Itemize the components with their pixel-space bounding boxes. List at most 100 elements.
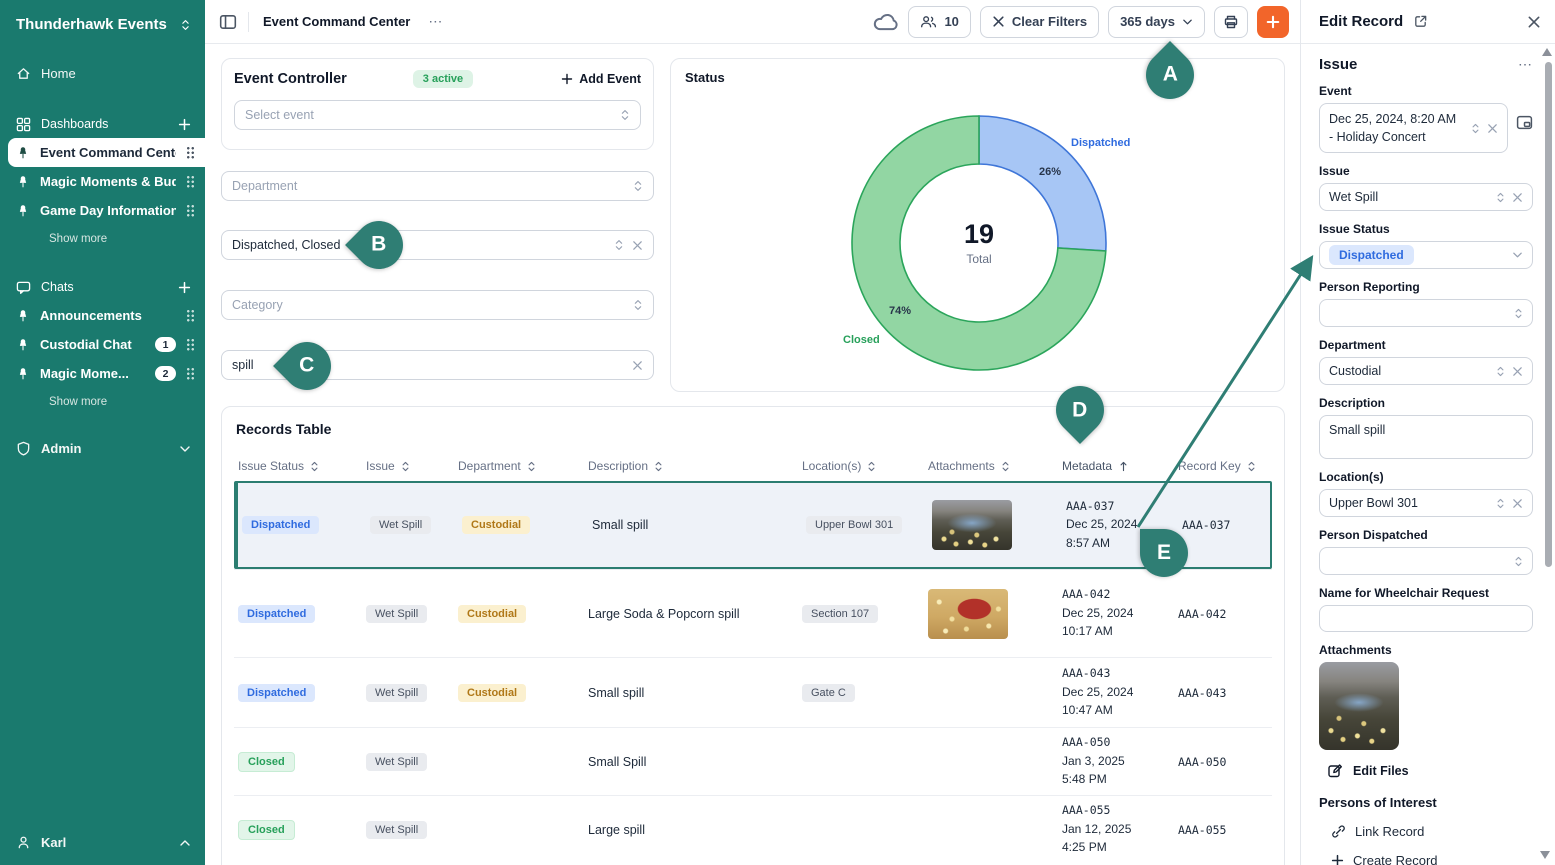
sidebar-item-custodial-chat[interactable]: Custodial Chat 1 <box>8 330 205 359</box>
column-header-locations[interactable]: Location(s) <box>798 459 924 473</box>
status-chart-card: Status 19 Total Dispatched 26% 74% Close… <box>670 58 1285 392</box>
panel-scrollbar[interactable] <box>1545 62 1552 567</box>
wheelchair-input[interactable] <box>1319 605 1533 632</box>
department-filter-placeholder: Department <box>232 179 625 193</box>
chevron-up-down-icon <box>1496 365 1505 378</box>
table-row[interactable]: Closed Wet Spill Small Spill AAA-050 Jan… <box>234 727 1272 795</box>
date-range-dropdown[interactable]: 365 days <box>1108 6 1205 38</box>
column-header-department[interactable]: Department <box>454 459 584 473</box>
table-row[interactable]: Dispatched Wet Spill Custodial Large Sod… <box>234 569 1272 657</box>
create-record-button[interactable]: Create Record <box>1331 853 1533 865</box>
record-key-cell: AAA-050 <box>1174 749 1274 775</box>
department-filter-dropdown[interactable]: Department <box>221 171 654 201</box>
home-icon <box>16 66 31 81</box>
open-record-icon[interactable] <box>1516 115 1533 130</box>
add-record-button[interactable] <box>1257 6 1289 38</box>
metadata-cell: AAA-050 Jan 3, 2025 5:48 PM <box>1058 728 1174 795</box>
sidebar-item-label: Magic Moments & Budget <box>40 174 176 189</box>
attachment-thumbnail[interactable] <box>1319 662 1399 750</box>
drag-handle-icon[interactable] <box>186 146 195 159</box>
issue-chip: Wet Spill <box>366 605 427 623</box>
clear-search-icon[interactable] <box>632 360 643 371</box>
locations-field[interactable]: Upper Bowl 301 <box>1319 489 1533 517</box>
table-row[interactable]: Closed Wet Spill Large spill AAA-055 Jan… <box>234 795 1272 863</box>
select-event-dropdown[interactable]: Select event <box>234 100 641 130</box>
scroll-down-icon[interactable] <box>1540 851 1550 859</box>
clear-filters-button[interactable]: Clear Filters <box>980 6 1099 38</box>
issue-status-dropdown[interactable]: Dispatched <box>1319 241 1533 269</box>
drag-handle-icon[interactable] <box>186 175 195 188</box>
drag-handle-icon[interactable] <box>186 367 195 380</box>
status-filter-dropdown[interactable]: Dispatched, Closed <box>221 230 654 260</box>
issue-chip: Wet Spill <box>366 821 427 839</box>
column-header-issue[interactable]: Issue <box>362 459 454 473</box>
description-cell: Small Spill <box>584 749 798 775</box>
sort-icon <box>401 460 410 473</box>
edit-record-body: Issue ⋯ Event Dec 25, 2024, 8:20 AM - Ho… <box>1301 44 1555 865</box>
event-field-label: Event <box>1319 84 1533 98</box>
user-name: Karl <box>41 835 66 850</box>
description-textarea[interactable]: Small spill <box>1319 415 1533 459</box>
category-filter-dropdown[interactable]: Category <box>221 290 654 320</box>
department-field-value: Custodial <box>1329 364 1489 378</box>
close-panel-icon[interactable] <box>1527 15 1541 29</box>
clear-field-icon[interactable] <box>1512 192 1523 203</box>
page-menu-icon[interactable]: ⋯ <box>428 13 443 30</box>
clear-field-icon[interactable] <box>1512 366 1523 377</box>
person-reporting-dropdown[interactable] <box>1319 299 1533 327</box>
edit-files-button[interactable]: Edit Files <box>1327 763 1533 779</box>
open-in-new-icon[interactable] <box>1413 14 1428 29</box>
link-record-button[interactable]: Link Record <box>1331 824 1533 839</box>
sidebar-item-magic-moments-budget[interactable]: Magic Moments & Budget <box>8 167 205 196</box>
column-header-issue-status[interactable]: Issue Status <box>234 459 362 473</box>
attachment-thumbnail[interactable] <box>932 500 1012 550</box>
user-menu[interactable]: Karl <box>0 828 205 857</box>
sidebar-item-magic-moments-chat[interactable]: Magic Mome... 2 <box>8 359 205 388</box>
sidebar-item-game-day-information[interactable]: Game Day Information <box>8 196 205 225</box>
show-more-chats[interactable]: Show more <box>49 390 205 414</box>
chevron-up-down-icon <box>1471 122 1480 135</box>
column-header-description[interactable]: Description <box>584 459 798 473</box>
sidebar: Thunderhawk Events Home Dashboards Event… <box>0 0 205 865</box>
column-header-attachments[interactable]: Attachments <box>924 459 1058 473</box>
sidebar-item-admin[interactable]: Admin <box>0 434 205 463</box>
print-button[interactable] <box>1214 6 1248 38</box>
add-dashboard-icon[interactable] <box>178 118 191 131</box>
issue-field[interactable]: Wet Spill <box>1319 183 1533 211</box>
event-field[interactable]: Dec 25, 2024, 8:20 AM - Holiday Concert <box>1319 103 1508 153</box>
table-row[interactable]: Dispatched Wet Spill Custodial Small spi… <box>234 657 1272 727</box>
drag-handle-icon[interactable] <box>186 204 195 217</box>
sidebar-section-dashboards[interactable]: Dashboards <box>0 110 205 138</box>
department-field[interactable]: Custodial <box>1319 357 1533 385</box>
add-event-button[interactable]: Add Event <box>561 72 641 86</box>
clear-field-icon[interactable] <box>1487 123 1498 134</box>
attachment-thumbnail[interactable] <box>928 589 1008 639</box>
sort-ascending-icon <box>1118 460 1129 473</box>
issue-chip: Wet Spill <box>370 516 431 534</box>
sidebar-item-announcements[interactable]: Announcements <box>8 301 205 330</box>
slice-label-closed: Closed <box>843 334 880 346</box>
pin-icon <box>16 338 30 352</box>
sidebar-item-home[interactable]: Home <box>0 59 205 88</box>
pin-icon <box>16 204 30 218</box>
column-header-record-key[interactable]: Record Key <box>1174 459 1274 473</box>
drag-handle-icon[interactable] <box>186 338 195 351</box>
collaborators-button[interactable]: 10 <box>908 6 970 38</box>
show-more-dashboards[interactable]: Show more <box>49 227 205 251</box>
clear-filter-icon[interactable] <box>632 240 643 251</box>
chevron-up-down-icon <box>1514 307 1523 320</box>
person-dispatched-dropdown[interactable] <box>1319 547 1533 575</box>
workspace-title: Thunderhawk Events <box>16 16 167 33</box>
workspace-switcher[interactable]: Thunderhawk Events <box>0 0 205 33</box>
clear-field-icon[interactable] <box>1512 498 1523 509</box>
sidebar-item-event-command-center[interactable]: Event Command Center <box>8 138 205 167</box>
scroll-up-icon[interactable] <box>1542 48 1552 56</box>
sidebar-section-chats[interactable]: Chats <box>0 273 205 301</box>
column-header-metadata[interactable]: Metadata <box>1058 459 1174 473</box>
sidebar-toggle-icon[interactable] <box>218 13 238 31</box>
add-chat-icon[interactable] <box>178 281 191 294</box>
record-menu-icon[interactable]: ⋯ <box>1518 56 1533 73</box>
table-row-selected[interactable]: Dispatched Wet Spill Custodial Small spi… <box>234 481 1272 569</box>
person-dispatched-label: Person Dispatched <box>1319 528 1533 542</box>
drag-handle-icon[interactable] <box>186 309 195 322</box>
